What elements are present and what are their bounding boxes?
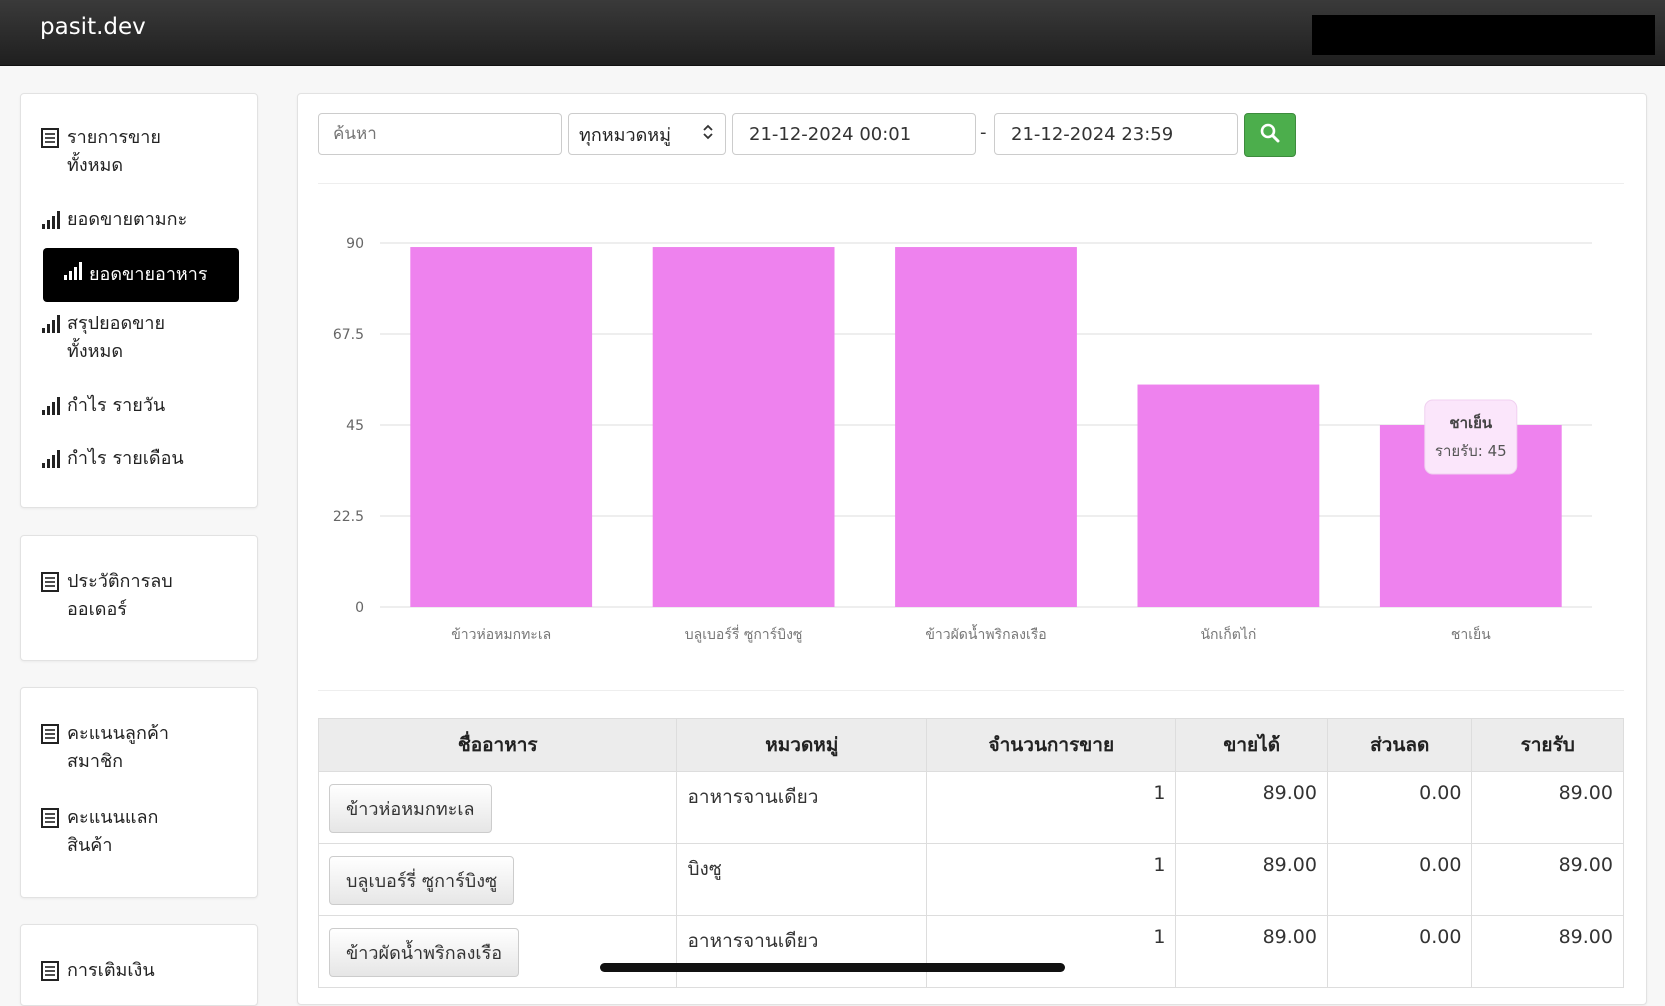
column-header[interactable]: รายรับ	[1471, 718, 1624, 772]
food-name-button[interactable]: บลูเบอร์รี่ ซูการ์บิงซู	[329, 856, 515, 905]
sidebar-item-label: สรุปยอดขาย ทั้งหมด	[67, 313, 166, 362]
column-header[interactable]: หมวดหมู่	[676, 718, 928, 772]
bar-chart-icon	[41, 210, 61, 238]
x-tick-label: ข้าวห่อหมกทะเล	[451, 627, 551, 643]
food-name-button[interactable]: ข้าวห่อหมกทะเล	[329, 784, 492, 833]
tooltip-title: ชาเย็น	[1449, 413, 1493, 432]
date-separator: -	[980, 122, 987, 143]
table-header-row: ชื่ออาหาร หมวดหมู่ จำนวนการขาย ขายได้ ส่…	[317, 718, 1624, 772]
sidebar-points-panel: คะแนนลูกค้า สมาชิก คะแนนแลก สินค้า	[20, 687, 258, 898]
list-icon	[41, 724, 61, 753]
list-icon	[41, 961, 61, 990]
sidebar-item-label: การเติมเงิน	[67, 960, 155, 981]
table-row: บลูเบอร์รี่ ซูการ์บิงซู บิงซู 1 89.00 0.…	[317, 843, 1624, 916]
sidebar-item-monthly-profit[interactable]: กำไร รายเดือน	[41, 445, 237, 477]
brand-title[interactable]: pasit.dev	[40, 14, 146, 40]
chart-bar[interactable]	[895, 247, 1077, 608]
x-tick-label: ข้าวผัดน้ำพริกลงเรือ	[925, 624, 1046, 643]
table-row: ข้าวผัดน้ำพริกลงเรือ อาหารจานเดียว 1 89.…	[317, 915, 1624, 988]
column-header[interactable]: ชื่ออาหาร	[317, 718, 678, 772]
sidebar-item-sales-by-shift[interactable]: ยอดขายตามกะ	[41, 206, 237, 238]
sidebar-item-deleted-orders[interactable]: ประวัติการลบ ออเดอร์	[41, 568, 237, 624]
x-tick-label: ชาเย็น	[1451, 625, 1491, 643]
x-tick-label: นักเก็ตไก่	[1200, 625, 1256, 643]
date-from-value: 21-12-2024 00:01	[749, 123, 912, 145]
chart-bar[interactable]	[1137, 384, 1320, 607]
column-header[interactable]: ส่วนลด	[1326, 718, 1473, 772]
food-name-button[interactable]: ข้าวผัดน้ำพริกลงเรือ	[329, 928, 520, 977]
food-sales-chart: 0 22.5 45 67.5 90 ข้าวห่อหมกทะเล บลูเบอร์รี่ ซ…	[333, 236, 1592, 643]
chart-tooltip: ชาเย็นรายรับ: 45	[1424, 399, 1518, 475]
chart-bar[interactable]	[652, 247, 835, 608]
discount-cell: 0.00	[1326, 843, 1473, 916]
quantity-cell: 1	[926, 771, 1177, 844]
table-row: ข้าวห่อหมกทะเล อาหารจานเดียว 1 89.00 0.0…	[317, 771, 1624, 844]
y-tick-label: 0	[355, 600, 364, 616]
sidebar-history-panel: ประวัติการลบ ออเดอร์	[20, 535, 258, 661]
quantity-cell: 1	[926, 843, 1177, 916]
sidebar-item-daily-profit[interactable]: กำไร รายวัน	[41, 392, 237, 424]
bar-chart-icon	[41, 449, 61, 477]
sidebar-item-label: ยอดขายอาหาร	[89, 264, 208, 285]
revenue-cell: 89.00	[1471, 771, 1624, 844]
sidebar-item-sales-summary[interactable]: สรุปยอดขาย ทั้งหมด	[41, 310, 237, 366]
search-input[interactable]	[318, 113, 562, 155]
sidebar-topup-panel: การเติมเงิน	[20, 924, 258, 1006]
redacted-area	[1312, 15, 1655, 55]
chevron-up-down-icon	[701, 123, 715, 146]
sidebar-item-label: รายการขาย ทั้งหมด	[67, 127, 161, 176]
sidebar-item-member-points[interactable]: คะแนนลูกค้า สมาชิก	[41, 720, 237, 776]
date-from-input[interactable]: 21-12-2024 00:01	[732, 113, 976, 155]
sidebar-item-label: กำไร รายวัน	[67, 395, 166, 416]
list-icon	[41, 572, 61, 601]
tooltip-box	[1424, 399, 1518, 475]
sidebar-item-label: คะแนนลูกค้า สมาชิก	[67, 723, 169, 772]
category-cell: อาหารจานเดียว	[676, 771, 928, 844]
sold-cell: 89.00	[1175, 843, 1328, 916]
discount-cell: 0.00	[1326, 771, 1473, 844]
list-icon	[41, 808, 61, 837]
chart-bar[interactable]	[410, 247, 593, 608]
column-header[interactable]: ขายได้	[1175, 718, 1328, 772]
home-indicator	[600, 963, 1065, 972]
bar-chart-icon	[63, 261, 83, 289]
top-navbar: pasit.dev	[0, 0, 1665, 66]
quantity-cell: 1	[926, 915, 1177, 988]
y-tick-label: 45	[346, 418, 364, 434]
revenue-cell: 89.00	[1471, 915, 1624, 988]
bar-chart-icon	[41, 314, 61, 342]
column-header[interactable]: จำนวนการขาย	[926, 718, 1177, 772]
bar-chart-icon	[41, 396, 61, 424]
y-tick-label: 22.5	[333, 509, 364, 525]
revenue-cell: 89.00	[1471, 843, 1624, 916]
category-cell: อาหารจานเดียว	[676, 915, 928, 988]
discount-cell: 0.00	[1326, 915, 1473, 988]
list-icon	[41, 128, 61, 157]
y-tick-label: 67.5	[333, 327, 364, 343]
x-tick-label: บลูเบอร์รี่ ซูการ์บิงซู	[685, 625, 803, 643]
sidebar-item-label: ประวัติการลบ ออเดอร์	[67, 571, 173, 620]
search-icon	[1260, 123, 1280, 147]
sidebar-item-label: คะแนนแลก สินค้า	[67, 807, 159, 856]
sold-cell: 89.00	[1175, 771, 1328, 844]
sidebar-item-food-sales[interactable]: ยอดขายอาหาร	[43, 248, 239, 302]
sidebar-item-all-sales[interactable]: รายการขาย ทั้งหมด	[41, 124, 237, 180]
sidebar-item-topup[interactable]: การเติมเงิน	[41, 957, 237, 990]
search-button[interactable]	[1244, 113, 1296, 157]
date-to-value: 21-12-2024 23:59	[1011, 123, 1174, 145]
sidebar-item-label: กำไร รายเดือน	[67, 448, 184, 469]
category-cell: บิงซู	[676, 843, 928, 916]
sold-cell: 89.00	[1175, 915, 1328, 988]
divider	[318, 183, 1624, 184]
sidebar-item-redeem-points[interactable]: คะแนนแลก สินค้า	[41, 804, 237, 860]
category-select-value: ทุกหมวดหมู่	[579, 124, 672, 146]
food-sales-table: ชื่ออาหาร หมวดหมู่ จำนวนการขาย ขายได้ ส่…	[317, 718, 1624, 988]
sidebar-item-label: ยอดขายตามกะ	[67, 209, 188, 230]
sidebar-reports-panel: รายการขาย ทั้งหมด ยอดขายตามกะ ยอดขายอาหา…	[20, 93, 258, 508]
divider	[318, 690, 1624, 691]
y-tick-label: 90	[346, 236, 364, 252]
category-select[interactable]: ทุกหมวดหมู่	[568, 113, 726, 155]
date-to-input[interactable]: 21-12-2024 23:59	[994, 113, 1238, 155]
tooltip-value: รายรับ: 45	[1435, 442, 1507, 460]
